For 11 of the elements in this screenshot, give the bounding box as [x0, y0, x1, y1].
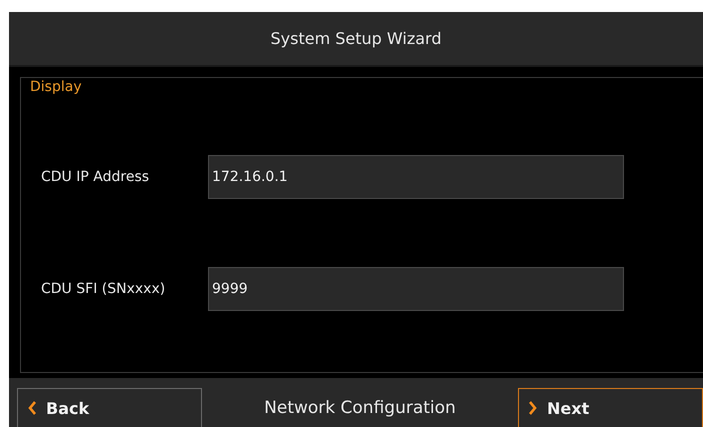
next-button[interactable]: Next — [518, 388, 703, 427]
input-field[interactable]: 9999 — [208, 267, 624, 311]
chevron-left-icon — [27, 400, 37, 416]
window-title: System Setup Wizard — [270, 29, 442, 48]
panel-title: Display — [30, 79, 82, 95]
back-button[interactable]: Back — [17, 388, 202, 427]
field-label: CDU SFI (SNxxxx) — [40, 281, 166, 297]
step-title: Network Configuration — [264, 398, 456, 418]
input-field[interactable]: 172.16.0.1 — [208, 155, 624, 199]
chevron-right-icon — [528, 400, 538, 416]
field-label: CDU IP Address — [40, 169, 150, 185]
